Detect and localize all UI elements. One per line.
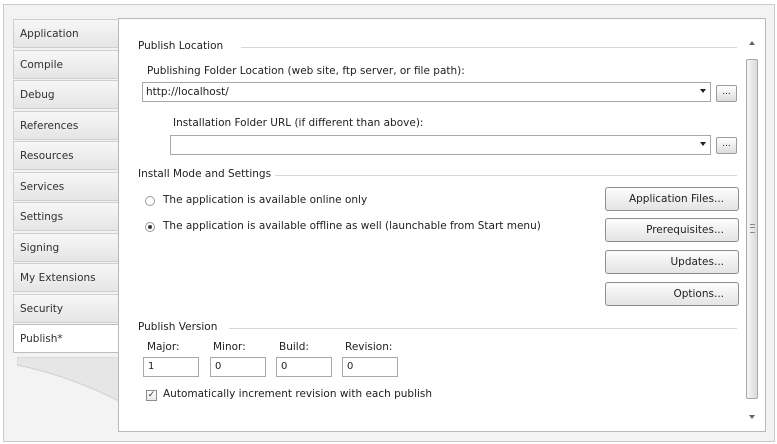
build-label: Build: xyxy=(279,341,309,353)
tab-signing[interactable]: Signing xyxy=(13,232,119,262)
grip-icon xyxy=(750,224,755,233)
major-input[interactable]: 1 xyxy=(143,357,199,377)
auto-increment-label[interactable]: Automatically increment revision with ea… xyxy=(163,388,432,400)
publish-version-divider xyxy=(229,328,737,329)
property-tabs: Application Compile Debug References Res… xyxy=(13,19,119,355)
tab-debug[interactable]: Debug xyxy=(13,80,119,109)
major-label: Major: xyxy=(147,341,180,353)
auto-increment-checkbox[interactable]: ✓ xyxy=(146,390,157,401)
tab-references[interactable]: References xyxy=(13,110,119,140)
scroll-down-arrow-icon[interactable] xyxy=(749,415,755,419)
tab-settings[interactable]: Settings xyxy=(13,202,119,231)
chevron-down-icon[interactable] xyxy=(700,89,706,93)
publish-location-divider xyxy=(241,47,737,48)
revision-label: Revision: xyxy=(345,341,393,353)
tab-strip-tail xyxy=(17,357,119,402)
publishing-folder-label: Publishing Folder Location (web site, ft… xyxy=(147,65,465,77)
minor-input[interactable]: 0 xyxy=(210,357,266,377)
browse-publishing-folder-button[interactable]: ... xyxy=(716,85,737,102)
tab-services[interactable]: Services xyxy=(13,171,119,201)
tab-resources[interactable]: Resources xyxy=(13,141,119,170)
updates-button[interactable]: Updates... xyxy=(605,250,739,274)
minor-label: Minor: xyxy=(213,341,246,353)
browse-installation-url-button[interactable]: ... xyxy=(716,137,737,154)
publish-version-header: Publish Version xyxy=(138,321,218,333)
offline-label[interactable]: The application is available offline as … xyxy=(163,220,541,232)
tab-publish[interactable]: Publish* xyxy=(13,324,119,353)
tab-compile[interactable]: Compile xyxy=(13,49,119,79)
publish-location-header: Publish Location xyxy=(138,40,224,52)
offline-radio[interactable] xyxy=(145,222,155,232)
revision-input[interactable]: 0 xyxy=(342,357,398,377)
scroll-up-arrow-icon[interactable] xyxy=(749,41,755,45)
tab-security[interactable]: Security xyxy=(13,293,119,323)
publishing-folder-value: http://localhost/ xyxy=(146,86,229,98)
publish-page: Publish Location Publishing Folder Locat… xyxy=(118,18,766,432)
tab-application[interactable]: Application xyxy=(13,19,119,48)
install-mode-divider xyxy=(275,175,737,176)
application-files-button[interactable]: Application Files... xyxy=(605,187,739,211)
scrollbar-thumb[interactable] xyxy=(746,59,758,399)
chevron-down-icon[interactable] xyxy=(700,142,706,146)
publishing-folder-combo[interactable]: http://localhost/ xyxy=(142,82,711,102)
online-only-label[interactable]: The application is available online only xyxy=(163,194,367,206)
build-input[interactable]: 0 xyxy=(276,357,332,377)
prerequisites-button[interactable]: Prerequisites... xyxy=(605,218,739,242)
vertical-scrollbar[interactable] xyxy=(745,33,760,423)
online-only-radio[interactable] xyxy=(145,196,155,206)
options-button[interactable]: Options... xyxy=(605,282,739,306)
installation-url-label: Installation Folder URL (if different th… xyxy=(173,117,424,129)
install-mode-header: Install Mode and Settings xyxy=(138,168,272,180)
installation-url-combo[interactable] xyxy=(170,135,711,155)
tab-my-extensions[interactable]: My Extensions xyxy=(13,263,119,292)
